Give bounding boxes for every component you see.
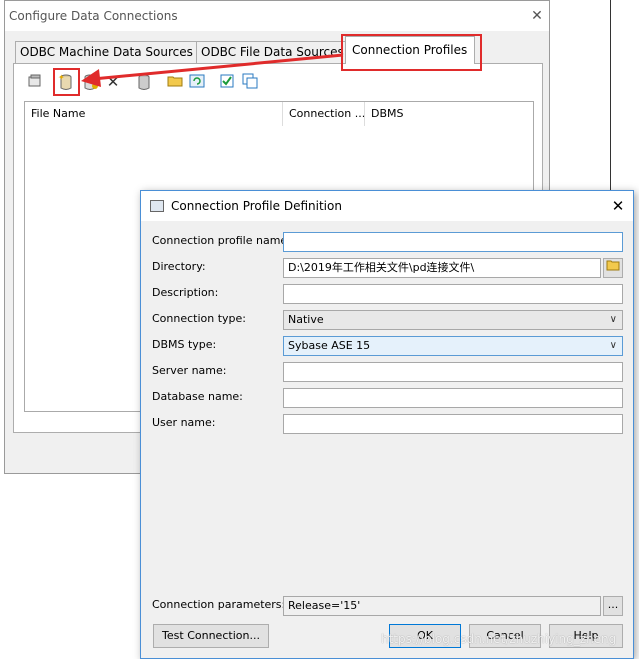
profile-name-input[interactable]: [283, 232, 623, 252]
window-edge: [610, 0, 611, 190]
watermark: https://blog.csdn.net/zhuzhiying_zheng: [381, 632, 617, 646]
connection-type-label: Connection type:: [152, 312, 247, 325]
title-bar: Configure Data Connections ✕: [5, 1, 549, 31]
chevron-down-icon: ∨: [609, 340, 617, 351]
dbms-type-label: DBMS type:: [152, 338, 217, 351]
dbms-type-select[interactable]: Sybase ASE 15 ∨: [283, 336, 623, 356]
dialog-icon: [150, 200, 164, 212]
column-header-file-name[interactable]: File Name: [25, 102, 283, 126]
connection-parameters-label: Connection parameters:: [152, 598, 286, 611]
browse-folder-button[interactable]: [603, 258, 623, 278]
close-icon[interactable]: ✕: [609, 197, 627, 215]
user-name-input[interactable]: [283, 414, 623, 434]
dialog-title: Connection Profile Definition: [171, 199, 342, 213]
edit-parameters-button[interactable]: ...: [603, 596, 623, 616]
close-icon[interactable]: ✕: [527, 7, 547, 25]
window-title: Configure Data Connections: [9, 9, 178, 23]
server-name-input[interactable]: [283, 362, 623, 382]
highlight-box-tab: [341, 34, 482, 71]
directory-label: Directory:: [152, 260, 206, 273]
database-name-input[interactable]: [283, 388, 623, 408]
connection-profile-definition-dialog: Connection Profile Definition ✕ Connecti…: [140, 190, 634, 659]
chevron-down-icon: ∨: [609, 314, 617, 325]
test-connection-button[interactable]: Test Connection...: [153, 624, 269, 648]
red-arrow-annotation: [81, 53, 344, 87]
connection-parameters-input[interactable]: Release='15': [283, 596, 601, 616]
description-input[interactable]: [283, 284, 623, 304]
server-name-label: Server name:: [152, 364, 227, 377]
user-name-label: User name:: [152, 416, 216, 429]
title-bar: Connection Profile Definition ✕: [141, 191, 633, 221]
column-header-dbms[interactable]: DBMS: [365, 102, 531, 126]
folder-icon: [606, 260, 620, 271]
directory-input[interactable]: D:\2019年工作相关文件\pd连接文件\: [283, 258, 601, 278]
profile-name-label: Connection profile name:: [152, 234, 291, 247]
description-label: Description:: [152, 286, 219, 299]
column-header-connection[interactable]: Connection ...: [283, 102, 365, 126]
properties-icon[interactable]: [26, 73, 44, 91]
connection-type-select[interactable]: Native ∨: [283, 310, 623, 330]
database-name-label: Database name:: [152, 390, 243, 403]
